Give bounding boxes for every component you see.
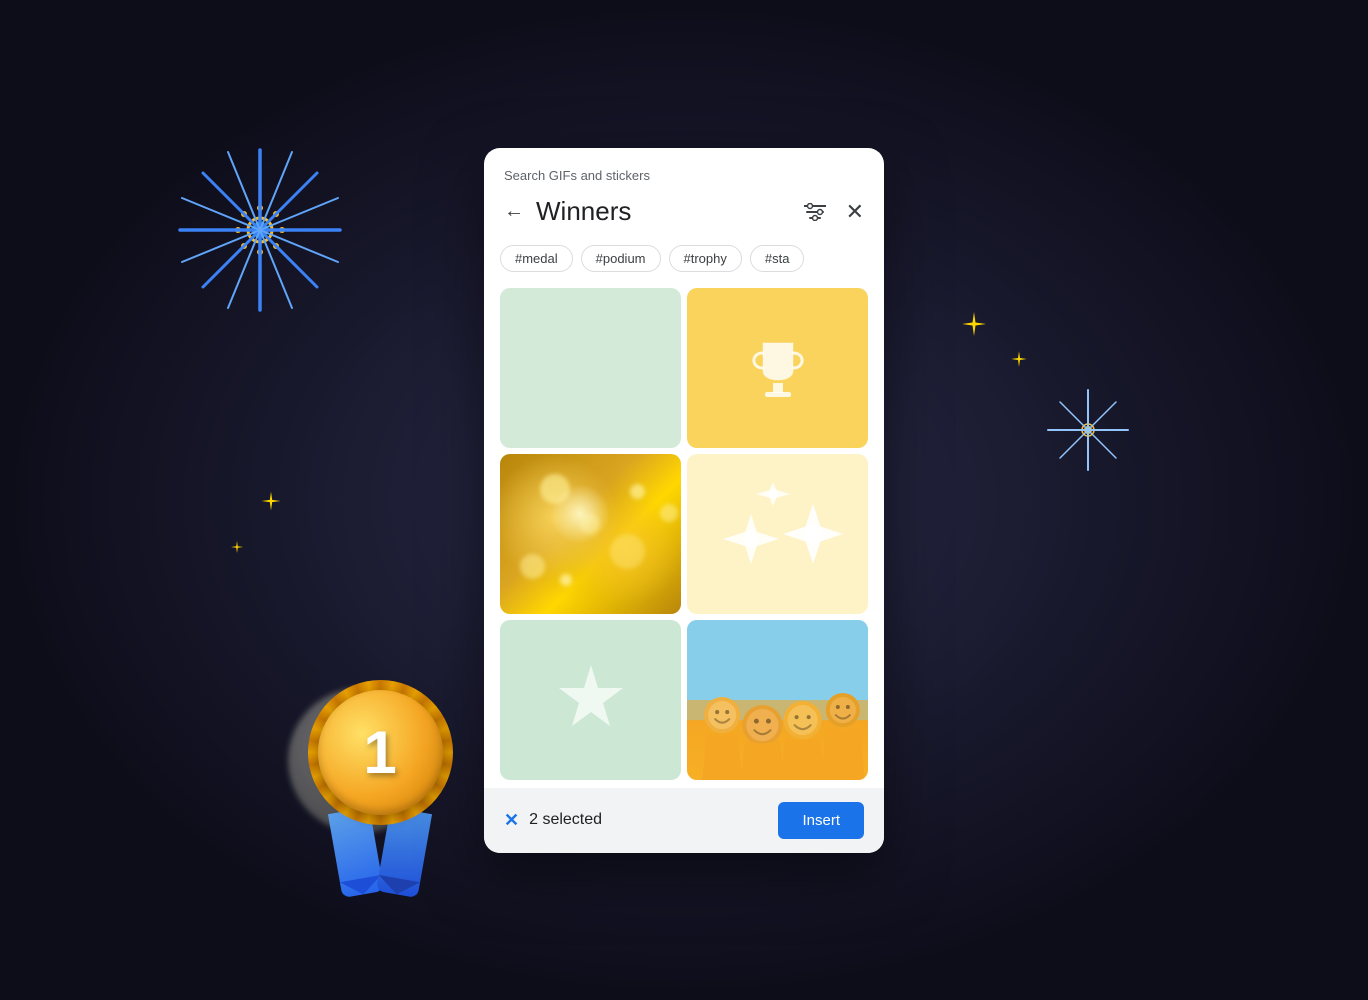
tag-trophy[interactable]: #trophy	[669, 245, 742, 272]
dialog-header-label: Search GIFs and stickers	[484, 148, 884, 191]
tag-podium[interactable]: #podium	[581, 245, 661, 272]
dialog-footer: ✕ 2 selected Insert	[484, 788, 884, 853]
selected-count-text: 2 selected	[529, 811, 602, 829]
back-button[interactable]: ←	[500, 196, 528, 227]
gif-cell-3[interactable]	[500, 454, 681, 614]
gif-cell-5-content	[500, 620, 681, 780]
selected-info: ✕ 2 selected	[504, 810, 602, 831]
tags-row: #medal #podium #trophy #sta	[484, 241, 884, 288]
gif-cell-1-content	[500, 288, 681, 448]
gif-cell-1[interactable]	[500, 288, 681, 448]
gif-cell-5[interactable]	[500, 620, 681, 780]
dialog-title: Winners	[536, 196, 631, 227]
filter-button[interactable]	[800, 199, 830, 225]
tag-star-partial[interactable]: #sta	[750, 245, 805, 272]
gif-grid	[484, 288, 884, 780]
gif-cell-2[interactable]	[687, 288, 868, 448]
nav-right: ✕	[800, 195, 868, 229]
trophy-svg	[743, 333, 813, 403]
gif-cell-2-content	[687, 288, 868, 448]
close-button[interactable]: ✕	[842, 195, 868, 229]
gif-cell-6-content	[687, 620, 868, 780]
clear-selection-button[interactable]: ✕	[504, 810, 519, 831]
gif-cell-4[interactable]	[687, 454, 868, 614]
gif-cell-4-content	[687, 454, 868, 614]
nav-left: ← Winners	[500, 196, 631, 227]
insert-button[interactable]: Insert	[778, 802, 864, 839]
gif-cell-6[interactable]	[687, 620, 868, 780]
dialog-nav: ← Winners ✕	[484, 191, 884, 241]
tag-medal[interactable]: #medal	[500, 245, 573, 272]
gif-cell-3-content	[500, 454, 681, 614]
star-svg	[551, 660, 631, 740]
team-photo-bg	[687, 620, 868, 780]
gif-sticker-dialog: Search GIFs and stickers ← Winners ✕ #me…	[484, 148, 884, 853]
sparkle-group	[693, 454, 863, 614]
